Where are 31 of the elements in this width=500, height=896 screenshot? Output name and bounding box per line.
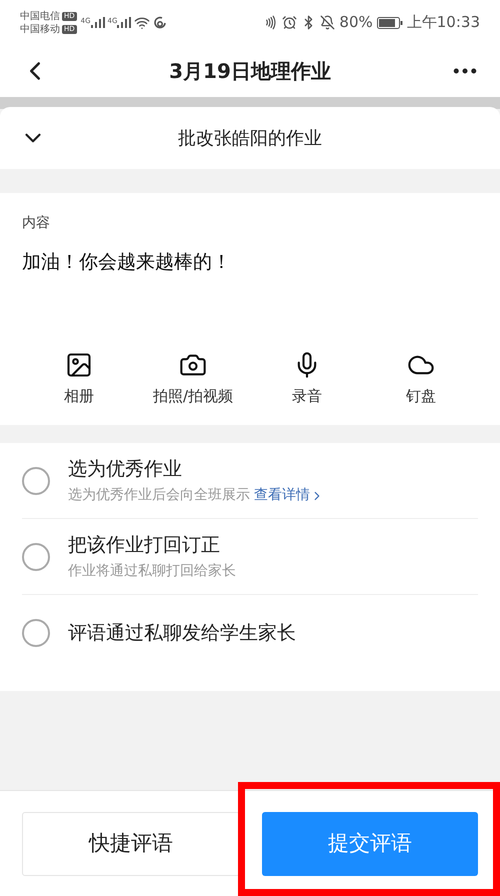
radio-button[interactable] bbox=[22, 542, 50, 570]
option-hint: 作业将通过私聊打回给家长 bbox=[68, 562, 236, 582]
attachment-button[interactable]: 相册 bbox=[24, 350, 134, 407]
radio-button[interactable] bbox=[22, 619, 50, 647]
comment-text: 加油！你会越来越棒的！ bbox=[22, 250, 232, 275]
option-title: 把该作业打回订正 bbox=[68, 532, 221, 558]
signal-icon bbox=[90, 17, 105, 28]
details-link[interactable]: 查看详情 bbox=[254, 485, 324, 506]
carrier-name: 中国电信 bbox=[20, 10, 60, 22]
content-label: 内容 bbox=[22, 214, 51, 233]
alarm-icon bbox=[282, 15, 298, 30]
page-title: 3月19日地理作业 bbox=[168, 58, 332, 85]
sheet-title: 批改张皓阳的作业 bbox=[177, 126, 323, 150]
quick-comment-button[interactable]: 快捷评语 bbox=[22, 812, 240, 876]
battery-percent: 80% bbox=[339, 12, 373, 34]
image-icon bbox=[65, 350, 93, 378]
clock-time: 上午10:33 bbox=[406, 12, 480, 34]
nfc-icon bbox=[263, 15, 278, 30]
attachment-button[interactable]: 钉盘 bbox=[366, 350, 476, 407]
bell-off-icon bbox=[320, 15, 336, 30]
signal-icon bbox=[117, 17, 132, 28]
radio-button[interactable] bbox=[22, 466, 50, 494]
wifi-icon bbox=[134, 14, 150, 30]
attachment-button[interactable]: 拍照/拍视频 bbox=[138, 350, 248, 407]
carrier-name: 中国移动 bbox=[20, 22, 60, 36]
option-hint: 选为优秀作业后会向全班展示 bbox=[68, 486, 250, 506]
battery-icon bbox=[376, 16, 403, 28]
attachment-button[interactable]: 录音 bbox=[252, 350, 362, 407]
swirl-icon bbox=[153, 16, 168, 30]
option-title: 评语通过私聊发给学生家长 bbox=[68, 620, 296, 646]
option-title: 选为优秀作业 bbox=[68, 456, 183, 482]
